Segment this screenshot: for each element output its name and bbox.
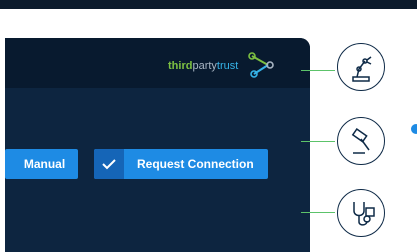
- manual-button-label: Manual: [23, 157, 66, 171]
- connector-line-1: [301, 70, 335, 71]
- panel-header: thirdpartytrust: [5, 38, 310, 88]
- connector-line-3: [301, 212, 335, 213]
- category-legal: [337, 117, 385, 165]
- connector-line-2: [301, 141, 335, 142]
- brand-logo: thirdpartytrust: [168, 60, 238, 72]
- stethoscope-icon: [353, 202, 375, 226]
- brand-word-party: party: [192, 60, 217, 72]
- manual-button[interactable]: Manual: [5, 149, 78, 179]
- request-connection-button[interactable]: Request Connection: [94, 149, 268, 179]
- robotic-arm-icon: [352, 56, 372, 82]
- chain-link-logo-icon: [248, 52, 274, 83]
- carousel-indicator-dot[interactable]: [411, 124, 417, 134]
- check-icon: [94, 149, 124, 179]
- request-connection-label: Request Connection: [137, 157, 254, 171]
- gavel-icon: [351, 128, 370, 154]
- top-strip: [0, 0, 417, 9]
- category-healthcare: [337, 189, 385, 237]
- app-panel: thirdpartytrust: [5, 38, 310, 252]
- brand-word-third: third: [168, 60, 193, 72]
- category-robotics: [337, 43, 385, 91]
- brand-word-trust: trust: [216, 60, 239, 72]
